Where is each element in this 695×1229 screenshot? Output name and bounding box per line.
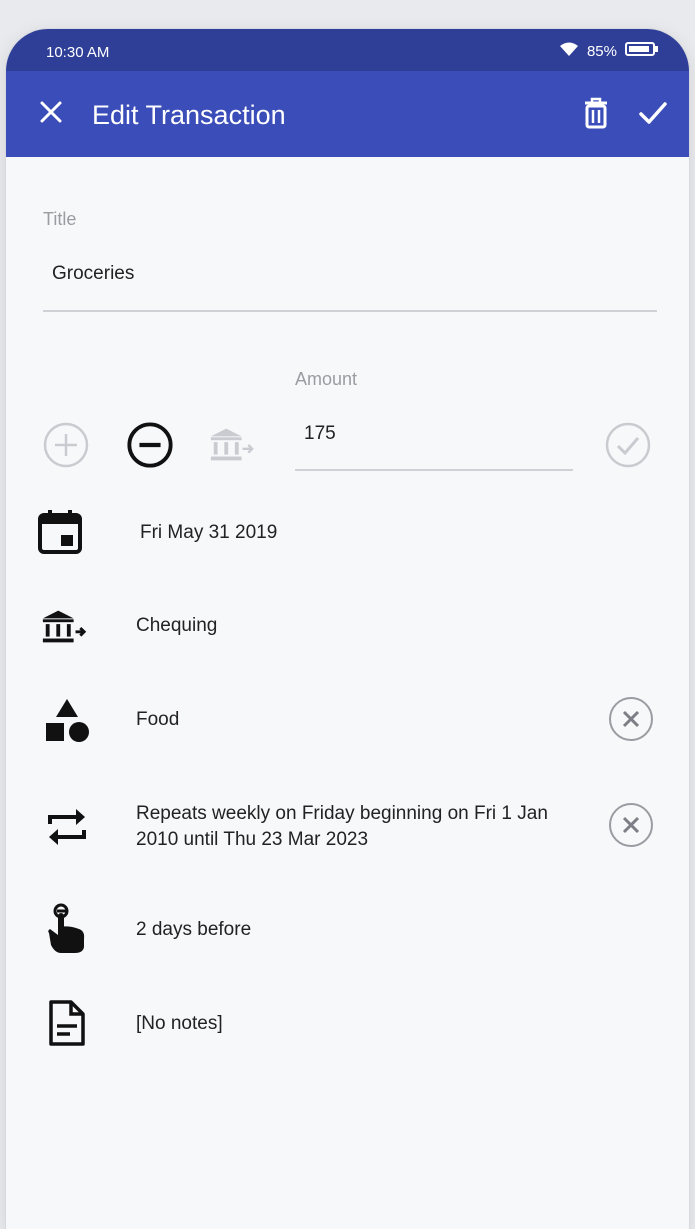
title-underline: [43, 310, 657, 312]
minus-circle-icon[interactable]: [126, 421, 174, 469]
battery-percent: 85%: [586, 42, 617, 60]
title-input[interactable]: Groceries: [52, 263, 134, 285]
bank-icon: [40, 603, 88, 651]
battery-icon: [625, 41, 659, 61]
document-icon: [43, 999, 91, 1047]
category-value[interactable]: Food: [136, 707, 179, 733]
close-icon[interactable]: [38, 99, 64, 130]
account-value[interactable]: Chequing: [136, 613, 217, 639]
page-title: Edit Transaction: [92, 100, 286, 130]
trash-icon[interactable]: [583, 97, 609, 134]
bank-transfer-icon[interactable]: [208, 421, 256, 469]
close-circle-icon[interactable]: [609, 697, 653, 741]
calendar-icon: [36, 508, 84, 556]
status-bar: 10:30 AM 85%: [6, 29, 689, 71]
repeat-icon: [43, 803, 91, 851]
notes-value[interactable]: [No notes]: [136, 1011, 223, 1037]
plus-circle-icon[interactable]: [42, 421, 90, 469]
check-circle-icon[interactable]: [604, 421, 652, 469]
app-bar: Edit Transaction: [6, 71, 689, 157]
amount-input[interactable]: 175: [304, 423, 336, 445]
shapes-icon: [43, 697, 91, 745]
wifi-icon: [559, 41, 579, 61]
repeat-value[interactable]: Repeats weekly on Friday beginning on Fr…: [136, 801, 576, 853]
status-time: 10:30 AM: [46, 44, 110, 61]
date-value[interactable]: Fri May 31 2019: [140, 520, 277, 546]
touch-reminder-icon: [41, 903, 89, 953]
close-circle-icon[interactable]: [609, 803, 653, 847]
phone-screen: 10:30 AM 85% Edit Transaction Title Groc…: [6, 29, 689, 1229]
amount-label: Amount: [295, 369, 358, 389]
check-icon[interactable]: [637, 97, 669, 134]
title-label: Title: [43, 209, 77, 229]
amount-underline: [295, 469, 573, 471]
status-icons: 85%: [559, 41, 659, 61]
reminder-value[interactable]: 2 days before: [136, 917, 251, 943]
